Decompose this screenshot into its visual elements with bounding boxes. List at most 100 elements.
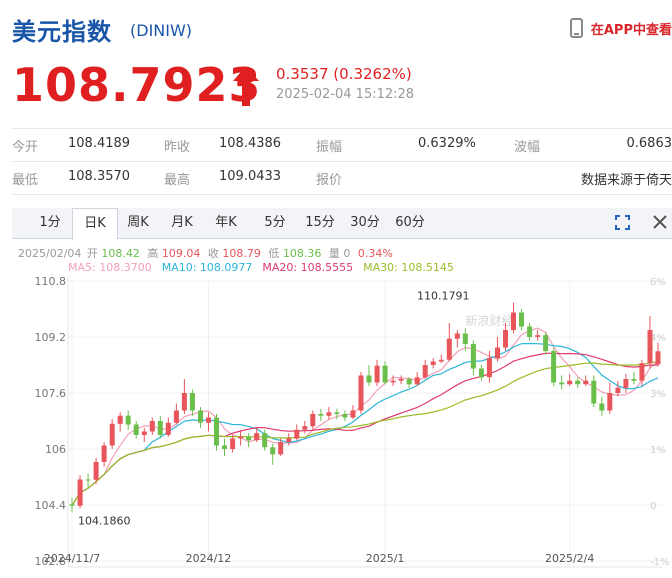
candle-body: [302, 426, 308, 430]
quote-time: 2025-02-04 15:12:28: [276, 87, 415, 102]
candle-body: [238, 436, 244, 439]
tab-weekly[interactable]: 周K: [116, 208, 160, 238]
header: 美元指数 (DINIW) 在APP中查看: [12, 10, 672, 46]
candle-body: [575, 380, 581, 385]
stat-value: 108.4386: [219, 136, 282, 151]
stat-value: 108.3570: [68, 169, 131, 184]
index-code: (DINIW): [130, 21, 193, 40]
fullscreen-icon[interactable]: [615, 215, 630, 230]
candle-body: [591, 380, 597, 404]
candle-body: [165, 422, 171, 435]
candle-body: [77, 479, 83, 506]
candle-body: [141, 431, 147, 435]
y-tick-label: 109.2: [35, 331, 67, 344]
tab-daily[interactable]: 日K: [72, 208, 118, 240]
ohlc-item: 0.34%: [358, 247, 395, 260]
y-tick-label: 104.4: [35, 499, 67, 512]
tab-60min[interactable]: 60分: [388, 208, 432, 238]
candle-body: [181, 393, 187, 411]
right-tick-label: 0: [650, 501, 656, 512]
candle-body: [462, 333, 468, 344]
candle-body: [326, 412, 332, 416]
ohlc-item: 收 108.79: [207, 247, 261, 260]
candle-body: [342, 414, 348, 418]
close-icon[interactable]: [652, 214, 668, 230]
y-tick-label: 107.6: [35, 387, 67, 400]
candle-body: [117, 415, 123, 424]
max-price-label: 110.1791: [417, 290, 470, 303]
open-in-app-link[interactable]: 在APP中查看: [569, 18, 672, 38]
candle-body: [583, 380, 589, 385]
candle-body: [230, 438, 236, 449]
candle-body: [470, 344, 476, 369]
open-in-app-label: 在APP中查看: [590, 22, 672, 38]
candle-body: [149, 421, 155, 432]
tab-1min[interactable]: 1分: [28, 208, 72, 238]
tab-yearly[interactable]: 年K: [204, 208, 248, 238]
candle-body: [366, 375, 372, 383]
candle-body: [527, 326, 533, 337]
y-tick-label: 106: [45, 443, 66, 456]
candle-body: [398, 379, 404, 381]
candle-body: [133, 424, 139, 435]
ohlc-value: 109.04: [161, 247, 201, 260]
candle-body: [93, 462, 99, 480]
page-title: 美元指数: [12, 18, 112, 46]
right-tick-label: 6%: [650, 277, 666, 288]
ohlc-item: 量 0: [328, 247, 351, 260]
stat-value: 0.6329%: [418, 136, 476, 151]
ohlc-item: 高 109.04: [147, 247, 201, 260]
x-tick-label: 2024/11/7: [44, 552, 100, 565]
candle-body: [262, 433, 268, 448]
stat-label: 今开: [12, 140, 39, 155]
candle-body: [422, 365, 428, 378]
candle-body: [286, 438, 292, 442]
candle-body: [495, 347, 500, 358]
candle-body: [390, 380, 396, 383]
ohlc-value: 0: [343, 247, 351, 260]
tab-15min[interactable]: 15分: [298, 208, 342, 238]
kline-chart[interactable]: 110.8109.2107.6106104.4102.86%4%3%1%0-1%…: [0, 273, 672, 578]
right-tick-label: 3%: [650, 389, 666, 400]
tab-monthly[interactable]: 月K: [160, 208, 204, 238]
ohlc-item: 开 108.42: [86, 247, 140, 260]
ohlc-items: 开 108.42 高 109.04 收 108.79 低 108.36 量 0 …: [87, 247, 397, 260]
candle-body: [639, 363, 645, 381]
candle-body: [446, 338, 452, 360]
candle-body: [615, 387, 621, 393]
ohlc-value: 0.34%: [357, 247, 393, 260]
candle-body: [109, 423, 115, 446]
candle-body: [334, 412, 340, 414]
data-source: 数据来源于倚天: [580, 173, 672, 188]
tab-5min[interactable]: 5分: [253, 208, 297, 238]
ohlc-value: 108.42: [101, 247, 140, 260]
candle-body: [519, 312, 524, 327]
candle-body: [543, 335, 549, 351]
right-tick-label: 1%: [650, 445, 666, 456]
candle-body: [511, 312, 516, 330]
candle-body: [438, 359, 444, 362]
tab-30min[interactable]: 30分: [343, 208, 387, 238]
stat-value: 108.4189: [68, 136, 131, 151]
x-tick-label: 2024/12: [186, 552, 232, 565]
price-change: 0.3537 (0.3262%): [276, 65, 412, 83]
change-value: 0.3537: [276, 65, 329, 83]
candle-body: [503, 330, 508, 348]
candle-body: [157, 421, 163, 435]
candle-body: [206, 417, 211, 423]
stat-value: 109.0433: [219, 169, 282, 184]
candle-body: [214, 417, 219, 446]
candle-body: [623, 379, 629, 388]
ohlc-readout: 2025/02/04 开 108.42 高 109.04 收 108.79 低 …: [18, 245, 399, 261]
candle-body: [350, 410, 356, 418]
stats-table: 今开 108.4189 昨收 108.4386 振幅 0.6329% 波幅 0.…: [12, 128, 672, 195]
phone-icon: [569, 18, 583, 38]
candle-body: [631, 379, 637, 381]
ohlc-item: 低 108.36: [268, 247, 322, 260]
min-price-label: 104.1860: [78, 514, 131, 527]
candle-body: [655, 351, 661, 365]
candle-body: [567, 380, 573, 385]
candle-body: [85, 479, 91, 481]
candle-body: [254, 433, 260, 441]
candle-body: [551, 351, 557, 383]
